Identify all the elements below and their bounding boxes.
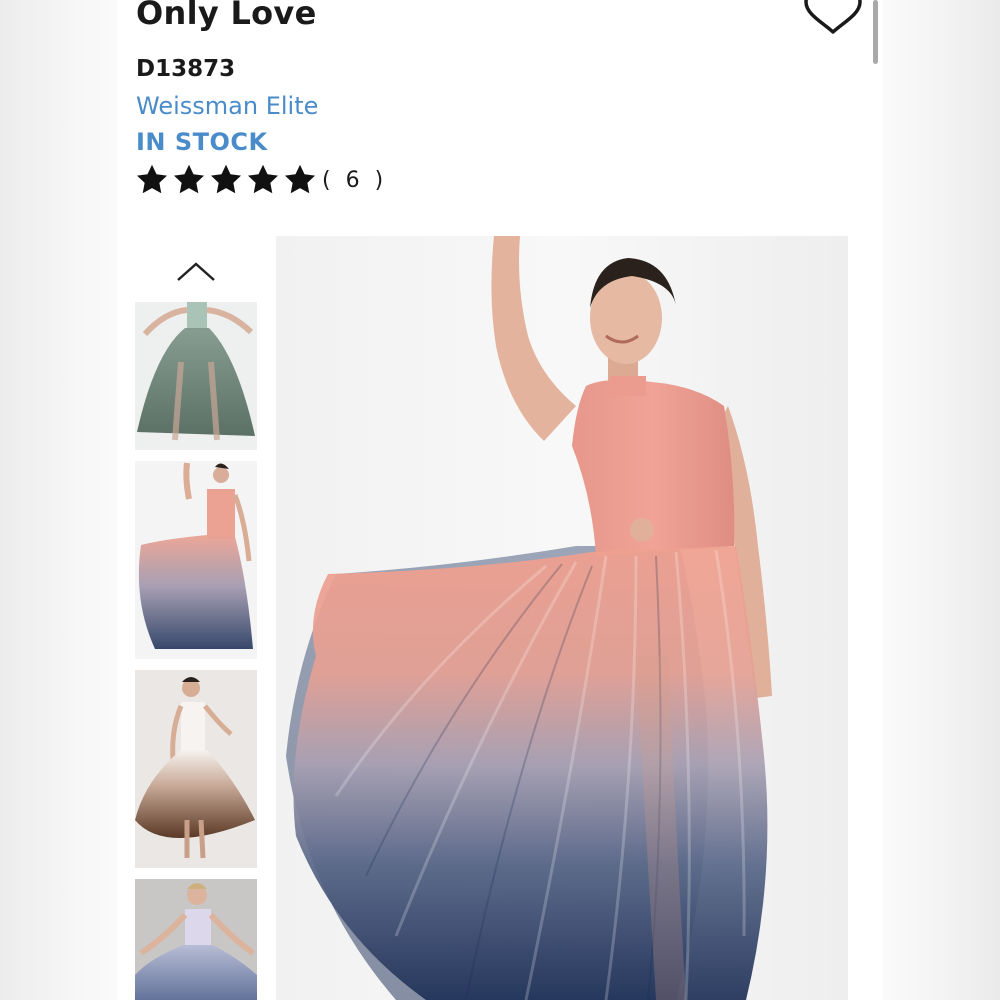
- review-count[interactable]: ( 6 ): [322, 168, 387, 193]
- gallery-thumbnail-selected[interactable]: [135, 461, 257, 659]
- star-icon: [137, 164, 167, 194]
- product-title: Only Love: [136, 0, 317, 32]
- chevron-up-icon[interactable]: [172, 256, 220, 286]
- brand-link[interactable]: Weissman Elite: [136, 92, 318, 120]
- stock-status: IN STOCK: [136, 128, 268, 156]
- gallery-thumbnail[interactable]: [135, 670, 257, 868]
- gallery-thumbnail[interactable]: [135, 879, 257, 1000]
- star-icon: [285, 164, 315, 194]
- main-product-image[interactable]: [276, 236, 848, 1000]
- scrollbar-thumb[interactable]: [873, 0, 878, 64]
- star-rating[interactable]: ( 6 ): [134, 162, 387, 198]
- star-icon: [211, 164, 241, 194]
- star-icon: [248, 164, 278, 194]
- gallery-thumbnail[interactable]: [135, 302, 257, 450]
- heart-outline-icon[interactable]: [800, 0, 866, 38]
- star-icon: [174, 164, 204, 194]
- product-sku: D13873: [136, 56, 236, 82]
